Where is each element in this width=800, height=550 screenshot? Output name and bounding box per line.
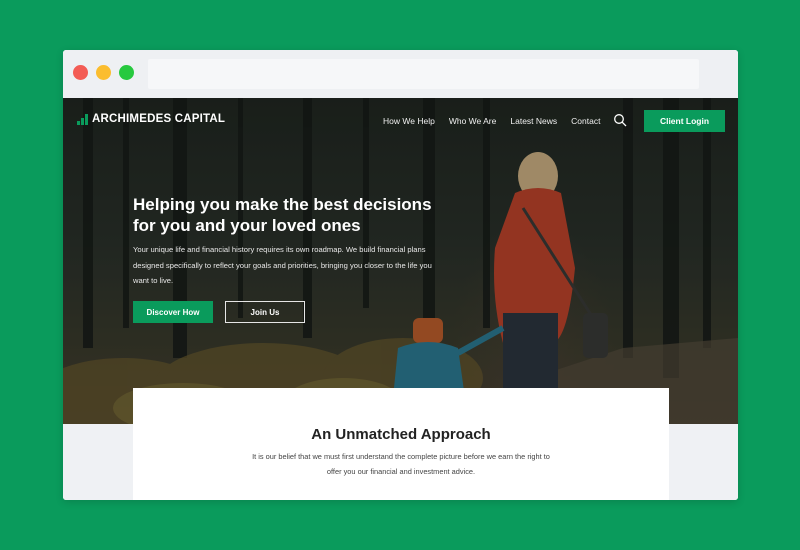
browser-chrome [63,50,738,98]
nav-item-latest-news[interactable]: Latest News [510,116,557,126]
search-icon[interactable] [613,113,627,127]
discover-how-button[interactable]: Discover How [133,301,213,323]
approach-card: An Unmatched Approach It is our belief t… [133,388,669,500]
hero-subtext: Your unique life and financial history r… [133,245,432,285]
minimize-window-button[interactable] [96,65,111,80]
nav-item-how-we-help[interactable]: How We Help [383,116,435,126]
maximize-window-button[interactable] [119,65,134,80]
join-us-button[interactable]: Join Us [225,301,305,323]
approach-title: An Unmatched Approach [311,426,491,443]
brand-logo[interactable]: ARCHIMEDES CAPITAL [77,113,225,125]
address-bar[interactable] [148,59,699,89]
nav-item-contact[interactable]: Contact [571,116,600,126]
hero-section: ARCHIMEDES CAPITAL How We Help Who We Ar… [63,98,738,424]
client-login-button[interactable]: Client Login [644,110,725,132]
brand-name: ARCHIMEDES CAPITAL [92,113,226,125]
nav-menu: How We Help Who We Are Latest News Conta… [383,116,600,126]
top-navigation: ARCHIMEDES CAPITAL How We Help Who We Ar… [63,98,738,146]
nav-item-who-we-are[interactable]: Who We Are [449,116,497,126]
hero-headline: Helping you make the best decisions for … [133,195,432,235]
close-window-button[interactable] [73,65,88,80]
browser-window: ARCHIMEDES CAPITAL How We Help Who We Ar… [63,50,738,500]
approach-text: It is our belief that we must first unde… [252,452,550,476]
bar-chart-icon [77,114,88,125]
